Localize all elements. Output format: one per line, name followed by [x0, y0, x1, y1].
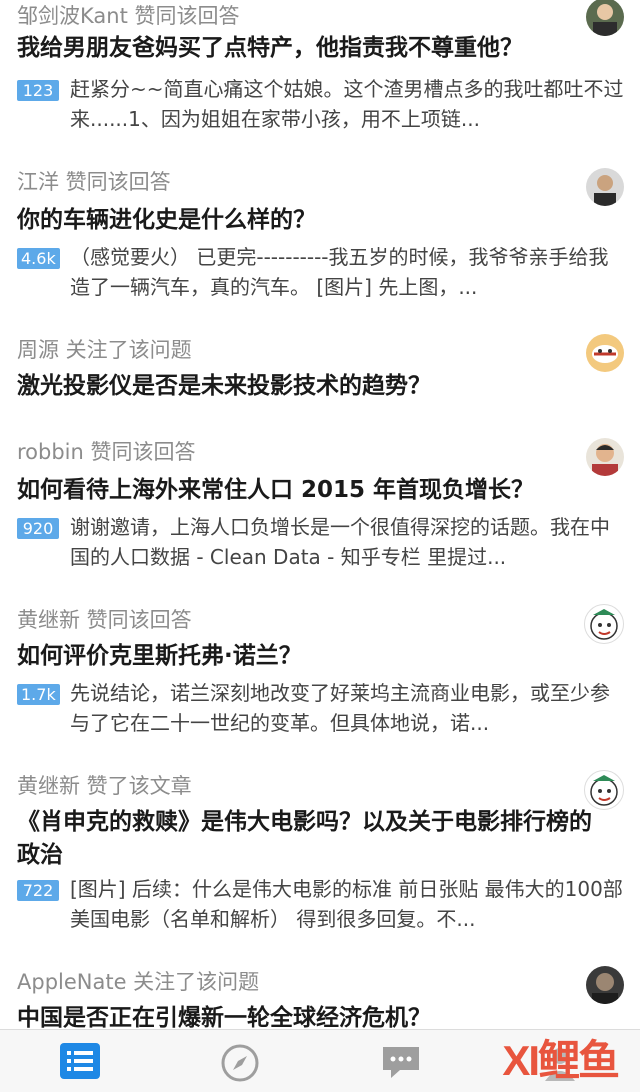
feed-item-title[interactable]: 《肖申克的救赎》是伟大电影吗？以及关于电影排行榜的政治	[17, 806, 597, 872]
feed-item-meta: 黄继新 赞了该文章	[17, 774, 192, 798]
feed-item-title[interactable]: 中国是否正在引爆新一轮全球经济危机？	[17, 1002, 607, 1030]
avatar[interactable]	[586, 168, 624, 206]
feed-item[interactable]: 江洋 赞同该回答 你的车辆进化史是什么样的？ 4.6k （感觉要火） 已更完--…	[0, 148, 640, 317]
feed-item-meta: 周源 关注了该问题	[17, 338, 192, 362]
feed-item-meta: 邹剑波Kant 赞同该回答	[17, 4, 240, 28]
feed-item-title[interactable]: 我给男朋友爸妈买了点特产，他指责我不尊重他？	[17, 32, 607, 65]
feed-item[interactable]: 周源 关注了该问题 激光投影仪是否是未来投影技术的趋势？	[0, 316, 640, 419]
avatar[interactable]	[584, 770, 624, 810]
feed-item-meta: AppleNate 关注了该问题	[17, 970, 260, 994]
feed-item[interactable]: 黄继新 赞了该文章 《肖申克的救赎》是伟大电影吗？以及关于电影排行榜的政治 72…	[0, 752, 640, 949]
feed-item-excerpt[interactable]: 赶紧分~~简直心痛这个姑娘。这个渣男槽点多的我吐都吐不过来......1、因为姐…	[70, 74, 626, 134]
feed-item-excerpt[interactable]: [图片] 后续：什么是伟大电影的标准 前日张贴 最伟大的100部美国电影（名单和…	[70, 874, 626, 934]
vote-count-badge: 1.7k	[17, 684, 60, 705]
feed-item-excerpt[interactable]: 先说结论，诺兰深刻地改变了好莱坞主流商业电影，或至少参与了它在二十一世纪的变革。…	[70, 678, 626, 738]
feed-item[interactable]: 黄继新 赞同该回答 如何评价克里斯托弗·诺兰？ 1.7k 先说结论，诺兰深刻地改…	[0, 586, 640, 753]
avatar[interactable]	[586, 334, 624, 372]
feed-item-title[interactable]: 如何评价克里斯托弗·诺兰？	[17, 640, 607, 673]
feed-item-meta: robbin 赞同该回答	[17, 440, 196, 464]
messages-icon[interactable]	[380, 1043, 420, 1081]
vote-count-badge: 920	[17, 518, 59, 539]
feed-item-excerpt[interactable]: （感觉要火） 已更完----------我五岁的时候，我爷爷亲手给我造了一辆汽车…	[70, 242, 626, 302]
feed-item[interactable]: robbin 赞同该回答 如何看待上海外来常住人口 2015 年首现负增长？ 9…	[0, 418, 640, 587]
bottom-tab-bar: XI鲤鱼	[0, 1029, 640, 1092]
feed-item-title[interactable]: 如何看待上海外来常住人口 2015 年首现负增长？	[17, 474, 607, 507]
feed-item[interactable]: 邹剑波Kant 赞同该回答 我给男朋友爸妈买了点特产，他指责我不尊重他？ 123…	[0, 0, 640, 149]
feed-list: 邹剑波Kant 赞同该回答 我给男朋友爸妈买了点特产，他指责我不尊重他？ 123…	[0, 0, 640, 1030]
vote-count-badge: 722	[17, 880, 59, 901]
avatar[interactable]	[586, 438, 624, 476]
home-feed-icon[interactable]	[60, 1043, 100, 1081]
explore-compass-icon[interactable]	[220, 1043, 260, 1082]
feed-item-title[interactable]: 你的车辆进化史是什么样的？	[17, 204, 607, 237]
feed-item-meta: 江洋 赞同该回答	[17, 170, 171, 194]
vote-count-badge: 123	[17, 80, 59, 101]
feed-item-excerpt[interactable]: 谢谢邀请，上海人口负增长是一个很值得深挖的话题。我在中国的人口数据 - Clea…	[70, 512, 626, 572]
feed-item[interactable]: AppleNate 关注了该问题 中国是否正在引爆新一轮全球经济危机？	[0, 948, 640, 1030]
avatar[interactable]	[584, 604, 624, 644]
avatar[interactable]	[586, 966, 624, 1004]
feed-item-meta: 黄继新 赞同该回答	[17, 608, 192, 632]
vote-count-badge: 4.6k	[17, 248, 60, 269]
avatar[interactable]	[586, 0, 624, 36]
feed-item-title[interactable]: 激光投影仪是否是未来投影技术的趋势？	[17, 370, 607, 403]
watermark-logo: XI鲤鱼	[502, 1037, 620, 1084]
